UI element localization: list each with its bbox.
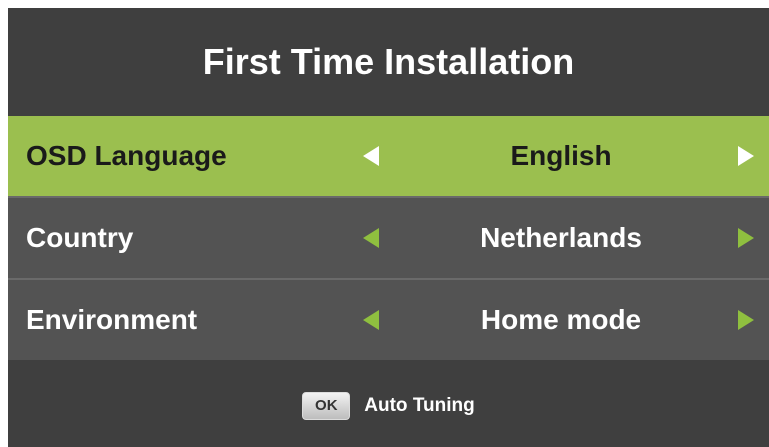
setting-row-environment[interactable]: Environment Home mode <box>8 280 769 360</box>
setting-label-environment: Environment <box>26 304 198 335</box>
arrow-right-icon[interactable] <box>738 146 754 166</box>
setting-label-country: Country <box>26 222 134 253</box>
arrow-right-icon[interactable] <box>738 310 754 330</box>
auto-tuning-label: Auto Tuning <box>364 394 475 416</box>
arrow-left-icon[interactable] <box>363 310 379 330</box>
setting-label-osd-language: OSD Language <box>26 140 227 171</box>
setting-row-osd-language[interactable]: OSD Language English <box>8 116 769 196</box>
footer-hint: OK Auto Tuning <box>8 364 769 447</box>
first-time-installation-dialog: First Time Installation OSD Language Eng… <box>8 8 769 447</box>
ok-key-icon[interactable]: OK <box>302 391 351 420</box>
setting-value-country: Netherlands <box>480 222 642 253</box>
dialog-title: First Time Installation <box>202 41 575 82</box>
setting-row-country[interactable]: Country Netherlands <box>8 198 769 278</box>
arrow-left-icon[interactable] <box>363 228 379 248</box>
arrow-right-icon[interactable] <box>738 228 754 248</box>
setting-value-osd-language: English <box>510 140 612 171</box>
setting-value-environment: Home mode <box>480 304 642 335</box>
arrow-left-icon[interactable] <box>363 146 379 166</box>
